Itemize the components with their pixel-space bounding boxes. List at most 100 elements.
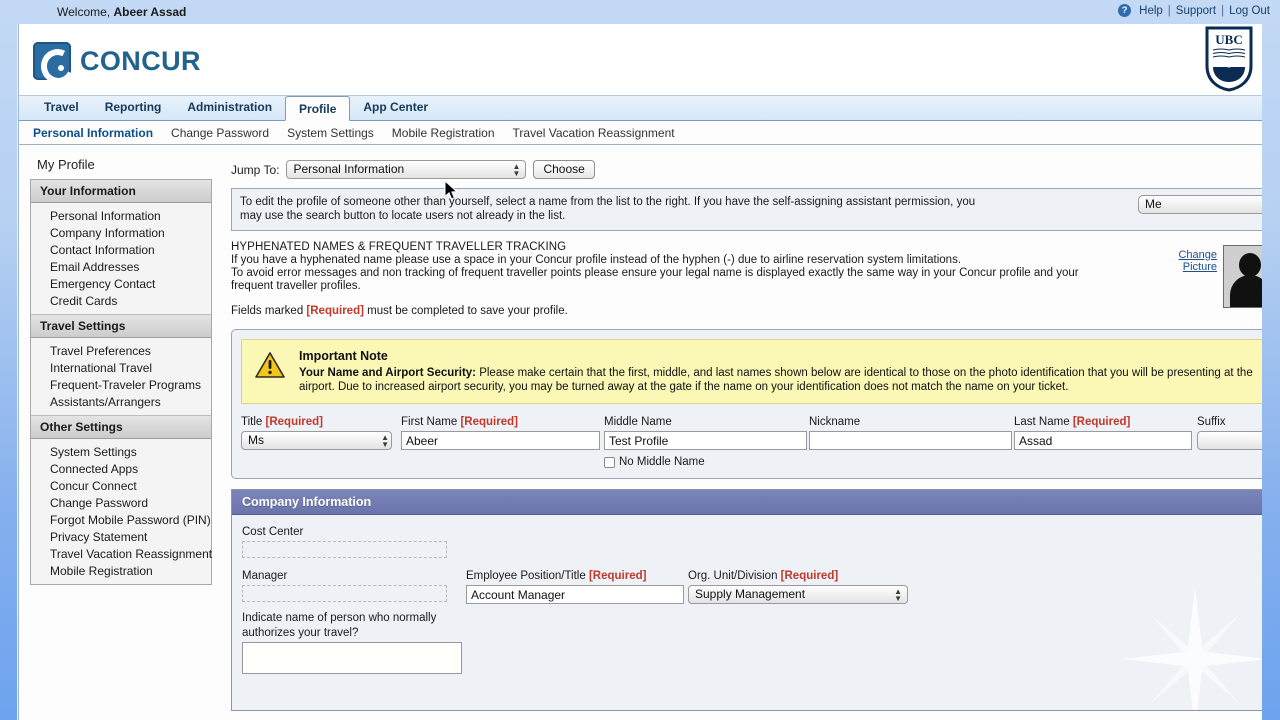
separator-1: | <box>1167 4 1171 17</box>
hyphen-notice-title: HYPHENATED NAMES & FREQUENT TRAVELLER TR… <box>231 241 567 253</box>
assistant-info-text: To edit the profile of someone other tha… <box>240 195 980 223</box>
field-travel-authorizer: Indicate name of person who normally aut… <box>242 612 1262 674</box>
company-information-body: Cost Center Manager Employee Position/Ti… <box>232 515 1262 710</box>
company-fields-row: Manager Employee Position/Title [Require… <box>242 570 1262 604</box>
required-note-suffix: must be completed to save your profile. <box>363 305 568 317</box>
sidebar-item-privacy-statement[interactable]: Privacy Statement <box>31 528 211 545</box>
title-select[interactable]: Ms <box>241 431 392 450</box>
sidebar-item-personal-information[interactable]: Personal Information <box>31 207 211 224</box>
title-label: Title [Required] <box>241 416 401 428</box>
sidebar-item-credit-cards[interactable]: Credit Cards <box>31 292 211 309</box>
field-title: Title [Required] Ms ▲ ▼ <box>241 416 401 450</box>
subnav-personal-information[interactable]: Personal Information <box>33 126 153 140</box>
no-middle-name-row[interactable]: No Middle Name <box>604 456 809 468</box>
assistant-info-box: To edit the profile of someone other tha… <box>231 188 1262 231</box>
sidebar-item-forgot-mobile-password[interactable]: Forgot Mobile Password (PIN) <box>31 511 211 528</box>
org-unit-select[interactable]: Supply Management <box>688 585 908 604</box>
hyphen-notice-line3: frequent traveller profiles. <box>231 280 361 292</box>
nickname-input[interactable] <box>809 431 1012 450</box>
sidebar-item-emergency-contact[interactable]: Emergency Contact <box>31 275 211 292</box>
employee-position-input[interactable] <box>466 585 684 604</box>
tab-administration[interactable]: Administration <box>174 95 285 120</box>
tab-reporting[interactable]: Reporting <box>92 95 175 120</box>
title-required-tag: [Required] <box>265 416 324 428</box>
important-note-title: Important Note <box>299 349 388 363</box>
welcome-bar: Welcome, Abeer Assad ? Help | Support | … <box>0 0 1280 24</box>
user-select[interactable]: Me <box>1138 195 1262 214</box>
sidebar-item-contact-information[interactable]: Contact Information <box>31 241 211 258</box>
cost-center-input[interactable] <box>242 541 447 558</box>
first-name-input[interactable] <box>401 431 600 450</box>
tab-travel[interactable]: Travel <box>31 95 92 120</box>
welcome-prefix: Welcome, <box>57 5 114 19</box>
required-note-prefix: Fields marked <box>231 305 307 317</box>
warning-triangle-icon <box>255 352 285 378</box>
sidebar-item-travel-vacation-reassignment[interactable]: Travel Vacation Reassignment <box>31 545 212 562</box>
title-select-wrapper: Ms ▲ ▼ <box>241 431 401 450</box>
sidebar-item-system-settings[interactable]: System Settings <box>31 443 211 460</box>
sidebar-item-mobile-registration[interactable]: Mobile Registration <box>31 562 211 579</box>
help-link[interactable]: Help <box>1139 5 1163 17</box>
concur-wordmark: CONCUR <box>80 45 201 76</box>
sidebar-group-other-settings: Other Settings <box>31 415 211 439</box>
choose-button[interactable]: Choose <box>533 160 595 179</box>
assistant-info-line1: To edit the profile of someone other tha… <box>240 196 976 208</box>
company-information-panel: Company Information Cost Center Manager … <box>231 489 1262 711</box>
suffix-select-wrapper: ▲▼ <box>1197 431 1262 450</box>
subnav-system-settings[interactable]: System Settings <box>287 126 374 140</box>
sidebar-item-change-password[interactable]: Change Password <box>31 494 211 511</box>
field-suffix: Suffix ▲▼ <box>1197 416 1262 450</box>
sub-navigation: Personal Information Change Password Sys… <box>19 121 1262 145</box>
jump-to-row: Jump To: Personal Information ▲ ▼ Choose <box>231 160 1262 179</box>
hyphenated-names-notice: HYPHENATED NAMES & FREQUENT TRAVELLER TR… <box>231 241 1262 318</box>
org-unit-required-tag: [Required] <box>780 570 839 582</box>
tab-profile[interactable]: Profile <box>285 96 351 121</box>
subnav-change-password[interactable]: Change Password <box>171 126 269 140</box>
field-employee-position: Employee Position/Title [Required] <box>466 570 688 604</box>
company-information-header: Company Information <box>232 490 1262 515</box>
no-middle-name-checkbox[interactable] <box>604 456 615 468</box>
travel-authorizer-label-line2: authorizes your travel? <box>242 627 359 639</box>
concur-logo[interactable]: CONCUR <box>33 42 201 80</box>
sidebar-item-international-travel[interactable]: International Travel <box>31 359 211 376</box>
sidebar-item-travel-preferences[interactable]: Travel Preferences <box>31 342 211 359</box>
hyphen-notice-line2: To avoid error messages and non tracking… <box>231 267 1079 279</box>
org-unit-select-wrapper: Supply Management ▲ ▼ <box>688 585 908 604</box>
field-nickname: Nickname <box>809 416 1014 450</box>
change-picture-link[interactable]: Change Picture <box>1178 249 1217 273</box>
sidebar-item-concur-connect[interactable]: Concur Connect <box>31 477 211 494</box>
manager-input[interactable] <box>242 585 447 602</box>
subnav-travel-vacation-reassignment[interactable]: Travel Vacation Reassignment <box>513 126 675 140</box>
logout-link[interactable]: Log Out <box>1229 5 1270 17</box>
main-column: Jump To: Personal Information ▲ ▼ Choose … <box>219 145 1262 720</box>
svg-text:UBC: UBC <box>1215 32 1242 47</box>
support-link[interactable]: Support <box>1176 5 1216 17</box>
sidebar-item-assistants-arrangers[interactable]: Assistants/Arrangers <box>31 393 211 410</box>
sidebar-item-email-addresses[interactable]: Email Addresses <box>31 258 211 275</box>
jump-to-select[interactable]: Personal Information <box>286 160 527 179</box>
concur-c-logo-icon <box>33 42 71 80</box>
last-name-label: Last Name [Required] <box>1014 416 1197 428</box>
middle-name-input[interactable] <box>604 431 807 450</box>
welcome-username: Abeer Assad <box>113 5 187 19</box>
manager-label: Manager <box>242 570 288 582</box>
subnav-mobile-registration[interactable]: Mobile Registration <box>392 126 495 140</box>
sidebar-group-travel-settings: Travel Settings <box>31 314 211 338</box>
suffix-label: Suffix <box>1197 416 1226 428</box>
sidebar-item-frequent-traveler-programs[interactable]: Frequent-Traveler Programs <box>31 376 211 393</box>
important-note-content: Important Note Your Name and Airport Sec… <box>299 349 1262 394</box>
sidebar-item-company-information[interactable]: Company Information <box>31 224 211 241</box>
suffix-select[interactable] <box>1197 431 1262 450</box>
utility-links: ? Help | Support | Log Out <box>1118 4 1270 17</box>
last-name-input[interactable] <box>1014 431 1192 450</box>
middle-name-label: Middle Name <box>604 416 672 428</box>
sidebar-item-connected-apps[interactable]: Connected Apps <box>31 460 211 477</box>
tab-app-center[interactable]: App Center <box>350 95 441 120</box>
help-icon[interactable]: ? <box>1118 4 1132 17</box>
org-unit-label: Org. Unit/Division [Required] <box>688 570 908 582</box>
travel-authorizer-textarea[interactable] <box>242 642 462 674</box>
org-unit-label-text: Org. Unit/Division <box>688 570 778 582</box>
sidebar-group-other-settings-links: System Settings Connected Apps Concur Co… <box>31 439 212 584</box>
assistant-info-line2: may use the search button to locate user… <box>240 210 566 222</box>
sidebar-group-your-information: Your Information <box>31 180 211 203</box>
